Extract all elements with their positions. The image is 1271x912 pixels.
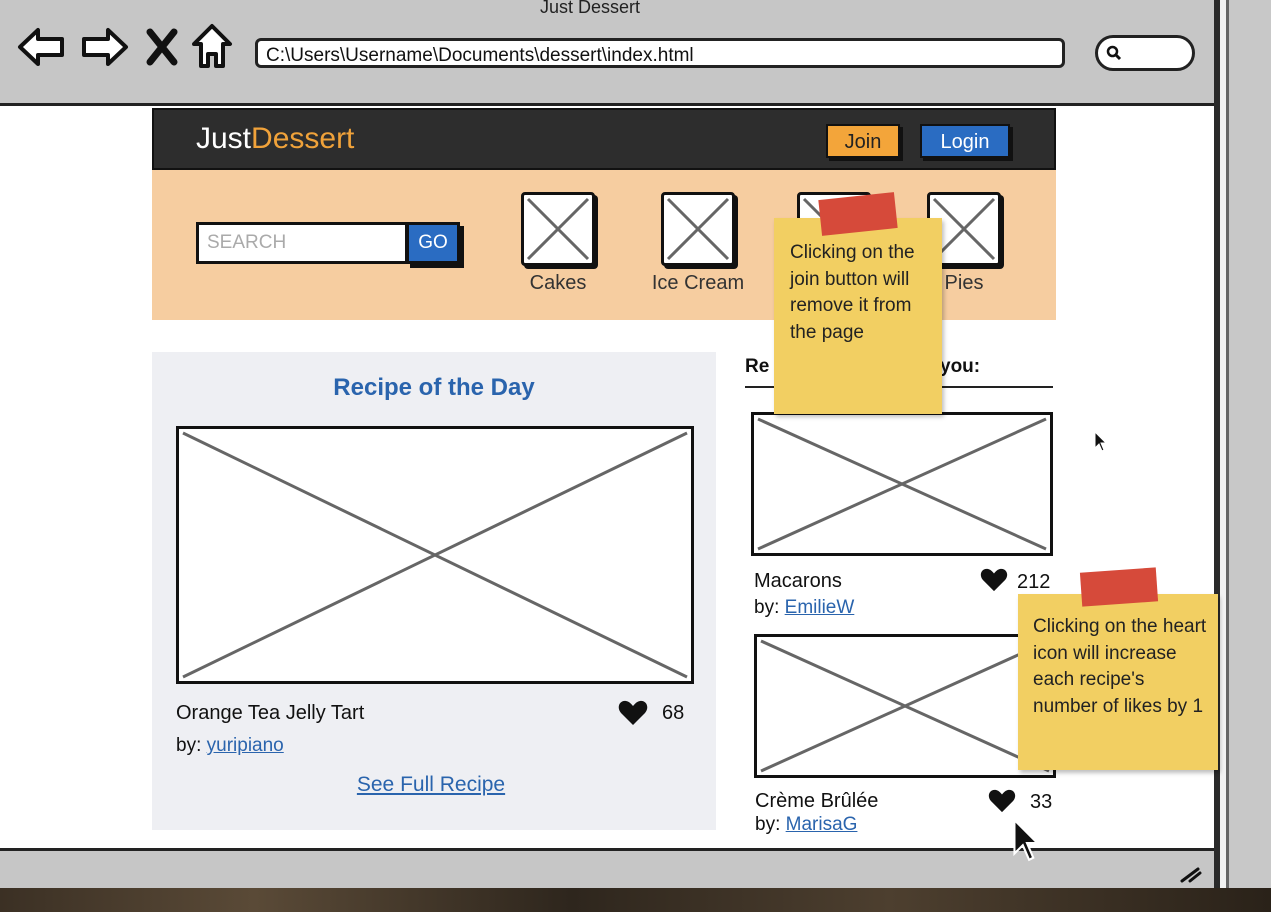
home-icon[interactable] bbox=[190, 22, 234, 72]
recipe-image-placeholder[interactable] bbox=[751, 412, 1053, 556]
image-placeholder-icon bbox=[521, 192, 595, 266]
recipe-of-the-day-panel: Recipe of the Day Orange Tea Jelly Tart … bbox=[152, 352, 716, 830]
back-arrow-icon[interactable] bbox=[16, 22, 66, 72]
desktop-background bbox=[0, 888, 1271, 912]
heart-icon[interactable] bbox=[988, 789, 1016, 813]
tape-strip bbox=[1079, 567, 1159, 607]
like-count: 33 bbox=[1030, 791, 1053, 813]
site-header: JustDessert Join Login bbox=[152, 108, 1056, 170]
section-title: Recipe of the Day bbox=[333, 374, 535, 401]
recipe-author-line: by: EmilieW bbox=[754, 597, 854, 619]
category-label: Cakes bbox=[529, 272, 587, 294]
by-label: by: bbox=[176, 735, 202, 756]
see-full-recipe-link[interactable]: See Full Recipe bbox=[152, 773, 710, 797]
category-label: Ice Cream bbox=[651, 272, 745, 294]
resize-grip-icon[interactable] bbox=[1178, 865, 1202, 883]
author-link[interactable]: EmilieW bbox=[785, 597, 855, 618]
category-cakes[interactable]: Cakes bbox=[503, 192, 613, 295]
window-title: Just Dessert bbox=[540, 0, 641, 17]
forward-arrow-icon[interactable] bbox=[80, 22, 130, 72]
browser-search-box[interactable] bbox=[1095, 35, 1195, 71]
login-button[interactable]: Login bbox=[920, 124, 1010, 158]
mouse-cursor-icon bbox=[1094, 431, 1108, 452]
outer-frame bbox=[1226, 0, 1229, 912]
like-count: 212 bbox=[1017, 571, 1051, 593]
by-label: by: bbox=[755, 814, 781, 835]
heart-icon[interactable] bbox=[618, 700, 648, 726]
mouse-cursor-icon bbox=[1013, 818, 1040, 862]
search-input[interactable]: SEARCH bbox=[196, 222, 408, 264]
recipe-name: Orange Tea Jelly Tart bbox=[176, 702, 365, 724]
category-ice-cream[interactable]: Ice Cream bbox=[643, 192, 753, 295]
address-bar[interactable]: C:\Users\Username\Documents\dessert\inde… bbox=[255, 38, 1065, 68]
author-link[interactable]: yuripiano bbox=[207, 735, 284, 756]
heart-icon[interactable] bbox=[980, 568, 1008, 592]
recipe-name: Macarons bbox=[754, 570, 842, 592]
browser-toolbar: Just Dessert C:\Users\Username\Documents… bbox=[0, 0, 1214, 106]
recipe-author-line: by: yuripiano bbox=[176, 735, 284, 757]
sticky-note-text: Clicking on the join button will remove … bbox=[790, 242, 915, 343]
author-link[interactable]: MarisaG bbox=[786, 814, 858, 835]
image-placeholder-icon bbox=[661, 192, 735, 266]
recipe-image-placeholder[interactable] bbox=[754, 634, 1056, 778]
sticky-note-text: Clicking on the heart icon will increase… bbox=[1033, 616, 1207, 717]
recommendations-heading: Re bbox=[745, 356, 770, 377]
search-icon bbox=[1106, 45, 1122, 61]
logo-text-dessert: Dessert bbox=[251, 122, 355, 155]
logo-text-just: Just bbox=[196, 122, 252, 155]
close-x-icon[interactable] bbox=[142, 22, 182, 72]
go-button[interactable]: GO bbox=[406, 222, 460, 264]
like-count: 68 bbox=[662, 702, 685, 724]
recipe-name: Crème Brûlée bbox=[755, 790, 879, 812]
sticky-note-join: Clicking on the join button will remove … bbox=[774, 218, 942, 414]
by-label: by: bbox=[754, 597, 780, 618]
recipe-image-placeholder[interactable] bbox=[176, 426, 694, 684]
sticky-note-heart: Clicking on the heart icon will increase… bbox=[1018, 594, 1218, 770]
site-logo[interactable]: JustDessert bbox=[196, 122, 354, 156]
recommendations-heading-end: you: bbox=[940, 356, 981, 377]
join-button[interactable]: Join bbox=[826, 124, 900, 158]
recipe-author-line: by: MarisaG bbox=[755, 814, 857, 836]
